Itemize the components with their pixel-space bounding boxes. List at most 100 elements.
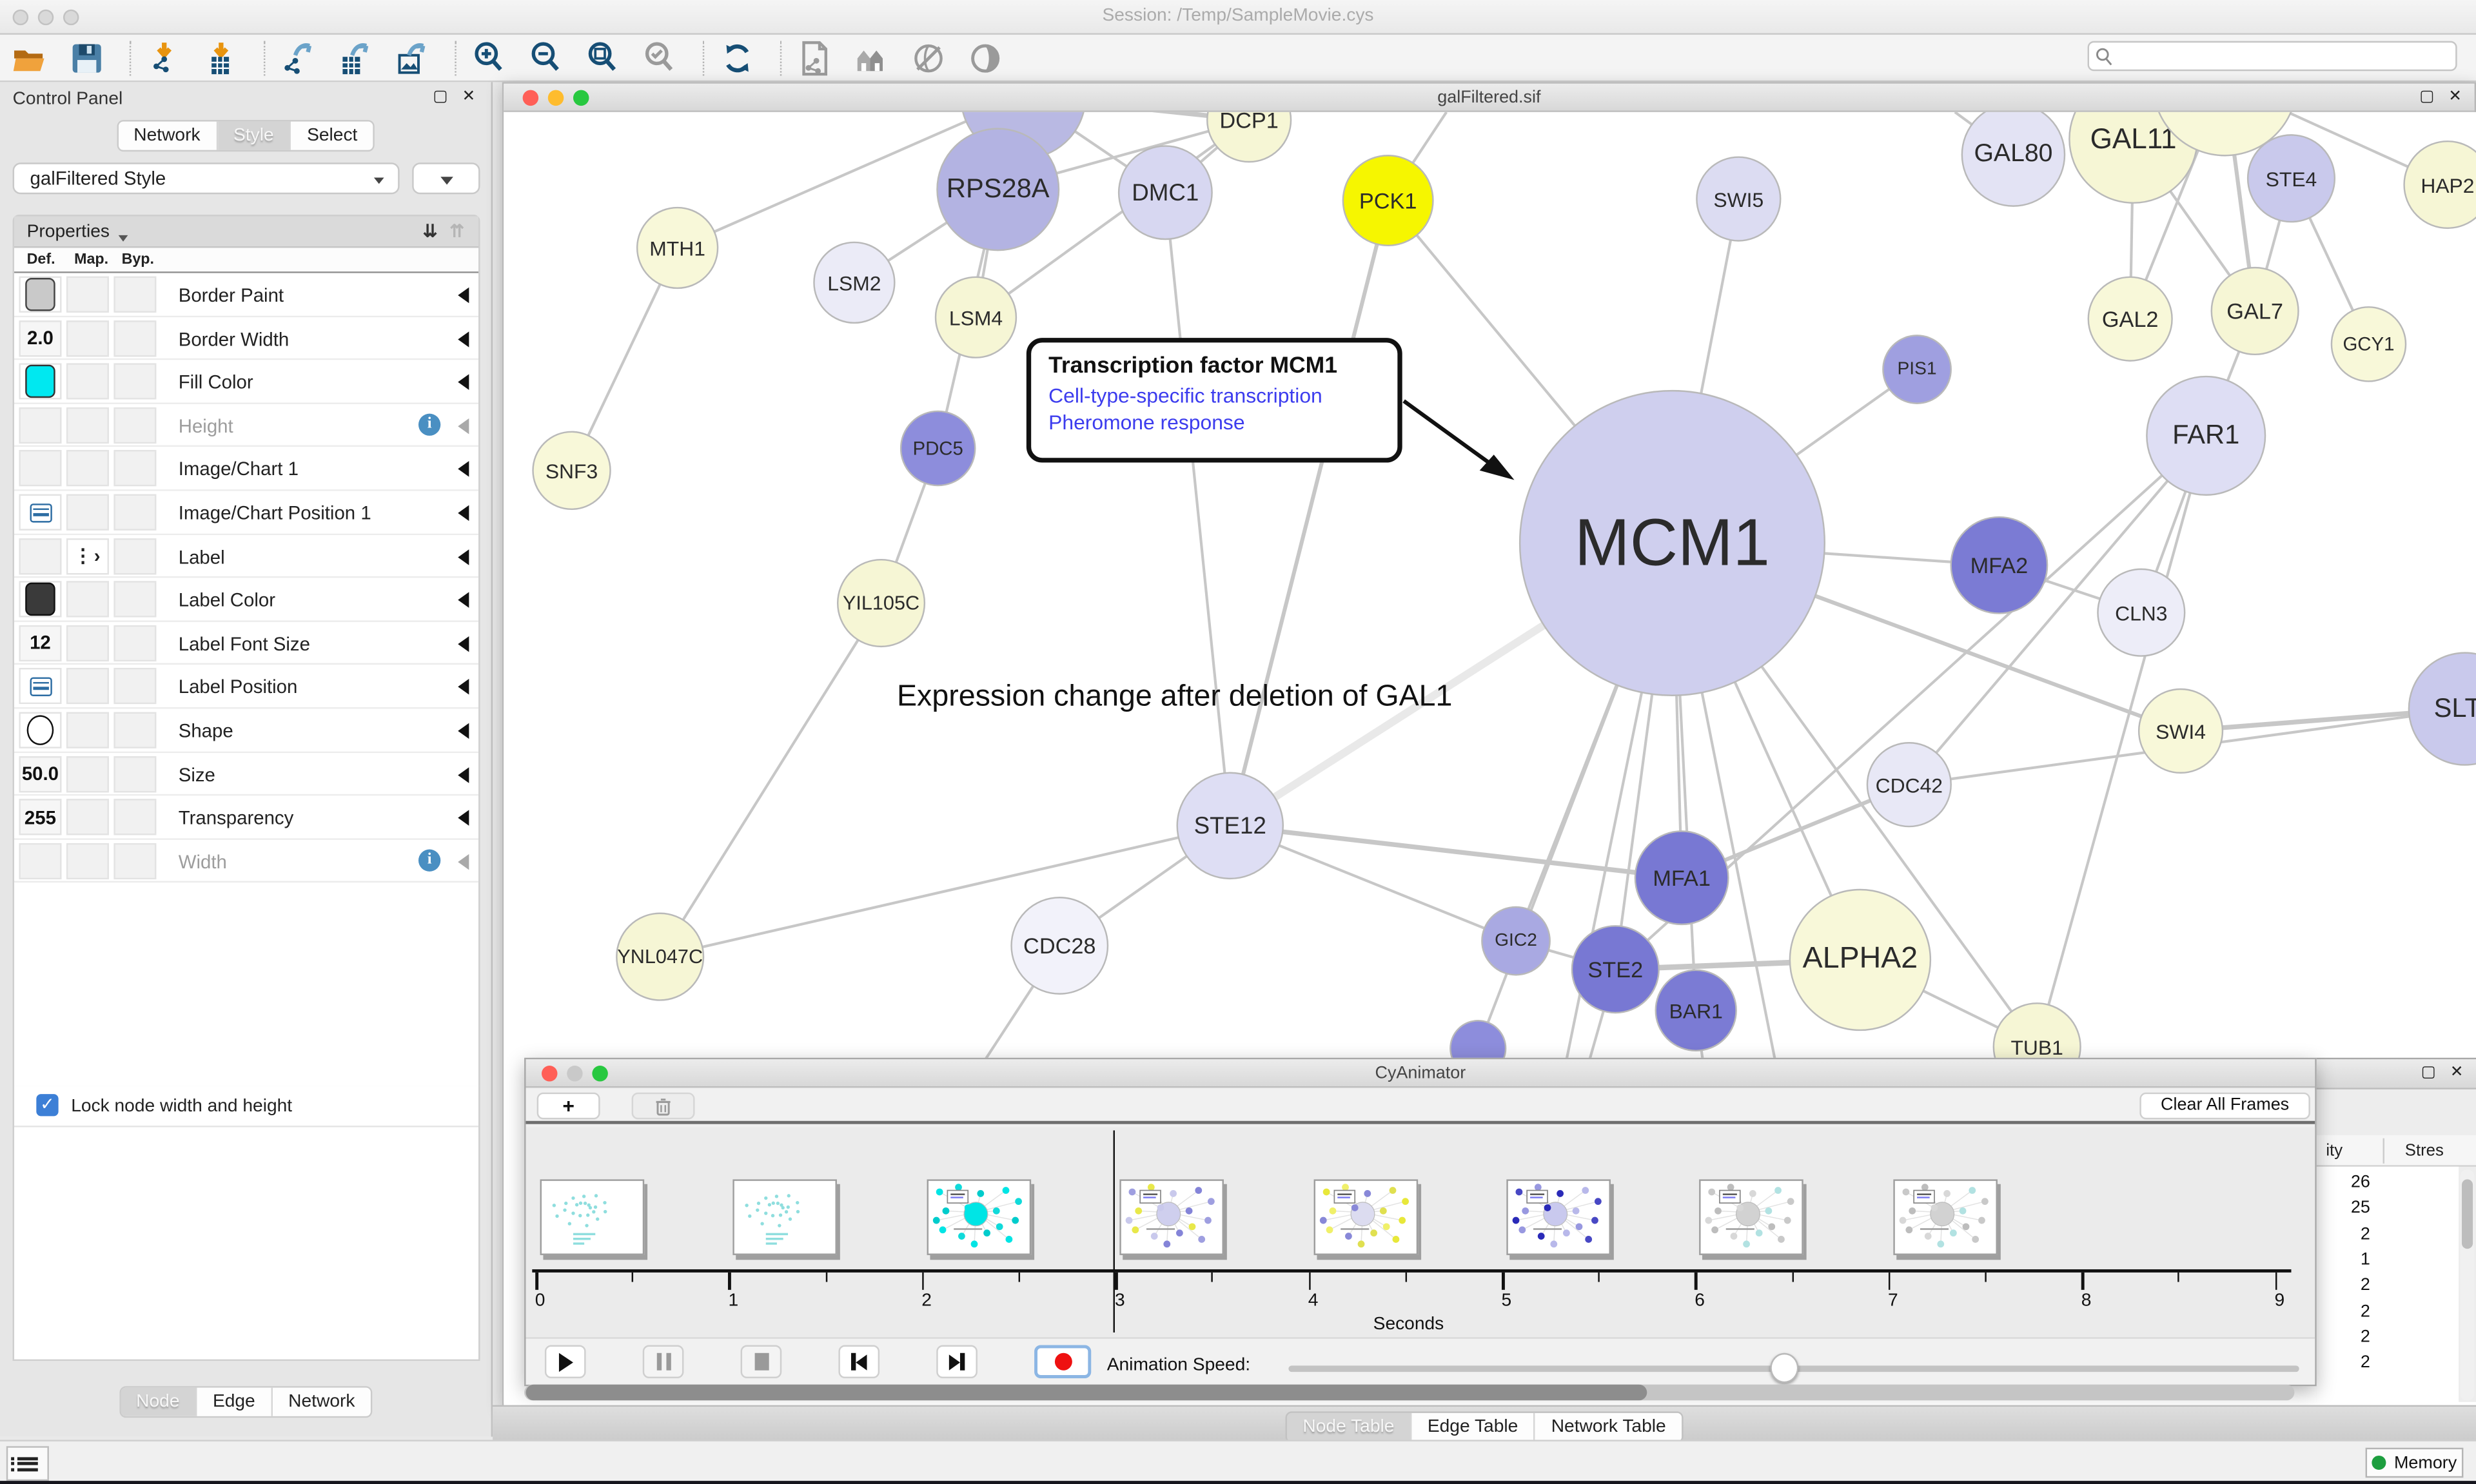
network-node-lsm2[interactable]: LSM2: [813, 242, 895, 324]
bypass-cell[interactable]: [113, 843, 156, 879]
tab-network[interactable]: Network: [118, 122, 218, 150]
expand-row-icon[interactable]: [458, 462, 469, 477]
property-row-height[interactable]: Heighti: [14, 404, 478, 447]
save-session-icon[interactable]: [66, 38, 108, 79]
network-node-pck1[interactable]: PCK1: [1342, 155, 1434, 246]
skip-start-button[interactable]: [838, 1345, 879, 1378]
network-node-dmc1[interactable]: DMC1: [1118, 145, 1213, 240]
record-button[interactable]: [1034, 1345, 1091, 1378]
tab-node-table[interactable]: Node Table: [1287, 1413, 1411, 1441]
default-value-cell[interactable]: [19, 843, 61, 879]
collapse-all-icon[interactable]: ⇈: [449, 221, 464, 242]
network-node-alpha2[interactable]: ALPHA2: [1789, 889, 1931, 1031]
default-value-cell[interactable]: [19, 712, 61, 748]
network-node-far1[interactable]: FAR1: [2146, 376, 2266, 496]
zoom-selected-icon[interactable]: [640, 38, 681, 79]
mapping-cell[interactable]: [66, 320, 109, 356]
mapping-cell[interactable]: [66, 756, 109, 792]
info-icon[interactable]: i: [418, 413, 440, 435]
bypass-cell[interactable]: [113, 364, 156, 400]
memory-button[interactable]: Memory: [2366, 1448, 2464, 1478]
expand-row-icon[interactable]: [458, 418, 469, 433]
mapping-cell[interactable]: [66, 451, 109, 487]
keyframe-thumbnail-5[interactable]: [1506, 1179, 1611, 1255]
mapping-cell[interactable]: [66, 625, 109, 661]
bypass-cell[interactable]: [113, 756, 156, 792]
network-node-pis1[interactable]: PIS1: [1882, 335, 1952, 404]
stop-button[interactable]: [741, 1345, 782, 1378]
mapping-cell[interactable]: [66, 669, 109, 705]
properties-header[interactable]: Properties ⇊ ⇈: [14, 217, 478, 248]
clear-all-frames-button[interactable]: Clear All Frames: [2139, 1093, 2310, 1120]
property-row-width[interactable]: Widthi: [14, 839, 478, 883]
import-network-icon[interactable]: [144, 38, 185, 79]
mapping-cell[interactable]: [66, 277, 109, 313]
keyframe-thumbnail-7[interactable]: [1893, 1179, 1998, 1255]
property-row-label-position[interactable]: Label Position: [14, 665, 478, 709]
default-value-cell[interactable]: [19, 451, 61, 487]
cyanimator-timeline[interactable]: 0123456789 Seconds: [526, 1128, 2315, 1338]
zoom-out-icon[interactable]: [526, 38, 567, 79]
network-node-ste2[interactable]: STE2: [1571, 925, 1660, 1013]
export-table-icon[interactable]: [335, 38, 376, 79]
property-row-border-paint[interactable]: Border Paint: [14, 273, 478, 317]
style-selector[interactable]: galFiltered Style: [13, 162, 400, 194]
network-file-icon[interactable]: [794, 38, 836, 79]
bypass-cell[interactable]: [113, 581, 156, 618]
bypass-cell[interactable]: [113, 494, 156, 531]
network-node-mcm1[interactable]: MCM1: [1519, 390, 1825, 696]
zoom-in-icon[interactable]: [469, 38, 510, 79]
export-network-icon[interactable]: [278, 38, 319, 79]
hide-details-icon[interactable]: [908, 38, 949, 79]
zoom-fit-icon[interactable]: [583, 38, 624, 79]
bypass-cell[interactable]: [113, 538, 156, 574]
expand-row-icon[interactable]: [458, 810, 469, 826]
expand-row-icon[interactable]: [458, 636, 469, 651]
mapping-cell[interactable]: [66, 581, 109, 618]
bypass-cell[interactable]: [113, 407, 156, 443]
skip-end-button[interactable]: [936, 1345, 978, 1378]
default-value-cell[interactable]: [19, 581, 61, 618]
network-node-cdc28[interactable]: CDC28: [1010, 897, 1108, 995]
keyframe-thumbnail-3[interactable]: [1120, 1179, 1224, 1255]
open-session-icon[interactable]: [10, 38, 51, 79]
network-node-mth1[interactable]: MTH1: [636, 207, 718, 289]
bypass-cell[interactable]: [113, 451, 156, 487]
play-button[interactable]: [545, 1345, 586, 1378]
table-vertical-scrollbar[interactable]: [2461, 1170, 2475, 1401]
bypass-cell[interactable]: [113, 669, 156, 705]
network-node-gal2[interactable]: GAL2: [2088, 277, 2173, 362]
group-nodes-icon[interactable]: [851, 38, 892, 79]
network-node-ste4[interactable]: STE4: [2247, 134, 2335, 222]
expand-row-icon[interactable]: [458, 505, 469, 521]
network-node-cln3[interactable]: CLN3: [2097, 569, 2185, 657]
expand-row-icon[interactable]: [458, 766, 469, 782]
import-table-icon[interactable]: [201, 38, 242, 79]
network-node-gal7[interactable]: GAL7: [2211, 267, 2299, 355]
keyframe-thumbnail-1[interactable]: [733, 1179, 838, 1255]
info-icon[interactable]: i: [418, 849, 440, 871]
pause-button[interactable]: [643, 1345, 684, 1378]
show-details-icon[interactable]: [965, 38, 1006, 79]
property-row-image-chart-position-1[interactable]: Image/Chart Position 1: [14, 491, 478, 535]
network-window-titlebar[interactable]: galFiltered.sif ▢ ✕: [504, 84, 2474, 112]
default-value-cell[interactable]: [19, 494, 61, 531]
network-node-pdc5[interactable]: PDC5: [900, 411, 976, 487]
expand-row-icon[interactable]: [458, 854, 469, 869]
default-value-cell[interactable]: 2.0: [19, 320, 61, 356]
network-node-gic2[interactable]: GIC2: [1481, 906, 1551, 976]
default-value-cell[interactable]: 255: [19, 799, 61, 835]
expand-row-icon[interactable]: [458, 549, 469, 564]
add-frame-button[interactable]: +: [537, 1093, 600, 1120]
network-node-bar1[interactable]: BAR1: [1655, 970, 1737, 1051]
mapping-cell[interactable]: ⋮›: [66, 538, 109, 574]
timeline-horizontal-scrollbar[interactable]: [524, 1385, 2294, 1400]
default-value-cell[interactable]: 12: [19, 625, 61, 661]
export-image-icon[interactable]: [391, 38, 433, 79]
expand-row-icon[interactable]: [458, 375, 469, 390]
property-row-fill-color[interactable]: Fill Color: [14, 360, 478, 404]
default-value-cell[interactable]: [19, 538, 61, 574]
keyframe-thumbnail-2[interactable]: [927, 1179, 1031, 1255]
property-row-label-font-size[interactable]: 12Label Font Size: [14, 621, 478, 665]
property-row-border-width[interactable]: 2.0Border Width: [14, 317, 478, 360]
